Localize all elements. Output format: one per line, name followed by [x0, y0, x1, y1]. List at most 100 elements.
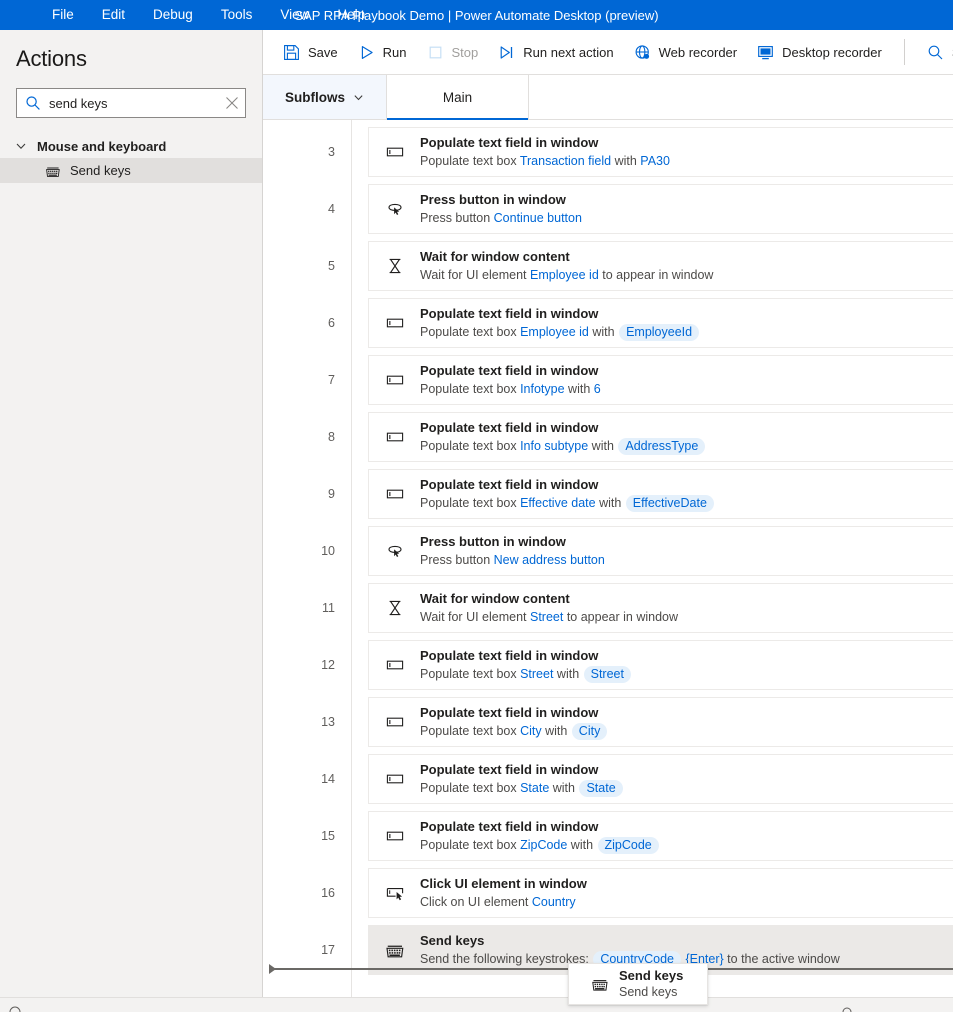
- save-label: Save: [308, 44, 338, 60]
- action-row[interactable]: Click UI element in window Click on UI el…: [368, 868, 953, 918]
- menu-item-debug[interactable]: Debug: [139, 4, 207, 26]
- row-number: 9: [328, 487, 335, 501]
- menu-item-view[interactable]: View: [266, 4, 323, 26]
- action-row[interactable]: Populate text field in window Populate te…: [368, 640, 953, 690]
- action-row-body: Populate text field in window Populate te…: [420, 305, 953, 341]
- action-link[interactable]: Transaction field: [520, 154, 611, 168]
- action-row[interactable]: Populate text field in window Populate te…: [368, 298, 953, 348]
- action-row-body: Press button in window Press button New a…: [420, 533, 953, 569]
- action-description: Populate text box Info subtype with Addr…: [420, 437, 953, 455]
- step-icon: [500, 45, 513, 59]
- action-row[interactable]: Press button in window Press button Conti…: [368, 184, 953, 234]
- action-row[interactable]: Populate text field in window Populate te…: [368, 412, 953, 462]
- toolbar-separator: [903, 39, 905, 65]
- row-number: 17: [321, 943, 335, 957]
- tab-subflows[interactable]: Subflows: [263, 75, 387, 119]
- action-title: Populate text field in window: [420, 819, 599, 834]
- action-row-body: Click UI element in window Click on UI el…: [420, 875, 953, 911]
- action-row[interactable]: Press button in window Press button New a…: [368, 526, 953, 576]
- action-link[interactable]: Street: [530, 610, 563, 624]
- action-link[interactable]: Employee id: [520, 325, 589, 339]
- actions-heading: Actions: [16, 46, 87, 71]
- menu-item-help[interactable]: Help: [323, 4, 379, 26]
- action-link[interactable]: 6: [594, 382, 601, 396]
- variable-pill[interactable]: State: [579, 780, 623, 797]
- button-icon: [388, 545, 402, 557]
- flow-canvas[interactable]: 3 4 5 6 7 8 9 10 11 12 13 14 15 16 17 Populate text fi…: [263, 120, 953, 997]
- variable-pill[interactable]: EffectiveDate: [625, 495, 714, 512]
- run-next-action-button[interactable]: Run next action: [488, 36, 623, 68]
- action-link[interactable]: Street: [520, 667, 553, 681]
- textbox-icon: [386, 489, 404, 499]
- variable-pill[interactable]: Street: [583, 666, 631, 683]
- run-button[interactable]: Run: [348, 36, 417, 68]
- action-link[interactable]: PA30: [640, 154, 670, 168]
- status-bar: [0, 997, 953, 1012]
- save-button[interactable]: Save: [273, 36, 348, 68]
- menu-item-edit[interactable]: Edit: [88, 4, 139, 26]
- action-text: Populate text box: [420, 439, 521, 453]
- close-icon[interactable]: [225, 96, 239, 110]
- action-text: Send the following keystrokes:: [420, 952, 593, 966]
- action-text: Populate text box: [420, 325, 521, 339]
- row-number: 10: [321, 544, 335, 558]
- action-link[interactable]: New address button: [494, 553, 605, 567]
- menu-item-tools[interactable]: Tools: [207, 4, 267, 26]
- row-number: 3: [328, 145, 335, 159]
- action-description: Click on UI element Country: [420, 893, 953, 911]
- action-row[interactable]: Populate text field in window Populate te…: [368, 355, 953, 405]
- action-description: Populate text box Effective date with Ef…: [420, 494, 953, 512]
- action-text: with: [588, 325, 619, 339]
- action-link[interactable]: City: [520, 724, 542, 738]
- action-row[interactable]: Populate text field in window Populate te…: [368, 127, 953, 177]
- action-text: with: [588, 439, 618, 453]
- action-row[interactable]: Populate text field in window Populate te…: [368, 811, 953, 861]
- action-text: Populate text box: [420, 838, 521, 852]
- action-link[interactable]: ZipCode: [520, 838, 567, 852]
- tree-group-mouse-and-keyboard[interactable]: Mouse and keyboard: [0, 134, 262, 158]
- action-link[interactable]: Effective date: [520, 496, 596, 510]
- stop-button[interactable]: Stop: [417, 36, 489, 68]
- action-link[interactable]: State: [520, 781, 549, 795]
- row-number: 15: [321, 829, 335, 843]
- action-text: Click on UI element: [420, 895, 532, 909]
- tree-item-send-keys[interactable]: Send keys: [0, 158, 262, 183]
- action-link[interactable]: Infotype: [520, 382, 564, 396]
- action-row[interactable]: Wait for window content Wait for UI eleme…: [368, 241, 953, 291]
- action-description: Populate text box City with City: [420, 722, 953, 740]
- action-title: Populate text field in window: [420, 363, 599, 378]
- action-text: to the active window: [723, 952, 840, 966]
- actions-search-wrap: [0, 72, 262, 118]
- desktop-recorder-button[interactable]: Desktop recorder: [747, 36, 892, 68]
- variable-pill[interactable]: City: [571, 723, 608, 740]
- toolbar-search-button[interactable]: Search: [917, 36, 953, 68]
- drag-ghost-subtitle: Send keys: [619, 985, 678, 999]
- action-row[interactable]: Populate text field in window Populate te…: [368, 754, 953, 804]
- action-row-body: Populate text field in window Populate te…: [420, 419, 953, 455]
- menu-bar: File Edit Debug Tools View Help: [0, 4, 379, 26]
- action-row[interactable]: Populate text field in window Populate te…: [368, 469, 953, 519]
- action-row[interactable]: Populate text field in window Populate te…: [368, 697, 953, 747]
- action-link[interactable]: Info subtype: [520, 439, 588, 453]
- app-window: File Edit Debug Tools View Help SAP RPA …: [0, 0, 953, 1012]
- action-row[interactable]: Wait for window content Wait for UI eleme…: [368, 583, 953, 633]
- monitor-icon: [758, 45, 773, 59]
- action-text: to appear in window: [598, 268, 714, 282]
- action-text: Populate text box: [420, 667, 521, 681]
- tab-main[interactable]: Main: [387, 75, 529, 120]
- variable-pill[interactable]: ZipCode: [597, 837, 659, 854]
- action-text: Press button: [420, 211, 494, 225]
- menu-item-file[interactable]: File: [38, 4, 88, 26]
- action-row-body: Populate text field in window Populate te…: [420, 818, 953, 854]
- action-link[interactable]: Country: [532, 895, 576, 909]
- web-recorder-button[interactable]: Web recorder: [624, 36, 748, 68]
- search-input[interactable]: [49, 95, 225, 111]
- action-link[interactable]: Continue button: [494, 211, 582, 225]
- variable-pill[interactable]: EmployeeId: [619, 324, 700, 341]
- actions-search-box[interactable]: [16, 88, 246, 118]
- search-icon: [928, 45, 943, 59]
- action-description: Populate text box State with State: [420, 779, 953, 797]
- action-link[interactable]: Employee id: [530, 268, 599, 282]
- desktop-recorder-label: Desktop recorder: [782, 44, 882, 60]
- variable-pill[interactable]: AddressType: [618, 438, 706, 455]
